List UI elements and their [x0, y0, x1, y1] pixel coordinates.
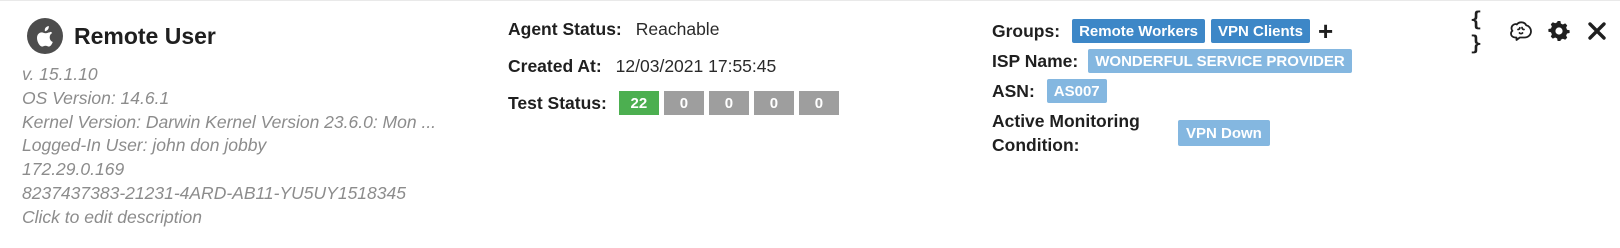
- isp-label: ISP Name:: [992, 50, 1079, 71]
- test-count-failed[interactable]: 0: [708, 91, 749, 115]
- agent-version: v. 15.1.10: [22, 64, 98, 84]
- agent-status-label: Agent Status:: [508, 18, 622, 39]
- groups-row: Groups: Remote Workers VPN Clients +: [992, 17, 1412, 45]
- header-toolbar: { }: [1470, 7, 1620, 55]
- test-count-error[interactable]: 0: [753, 91, 794, 115]
- agent-status-value: Reachable: [635, 18, 720, 39]
- isp-row: ISP Name: WONDERFUL SERVICE PROVIDER: [992, 47, 1412, 75]
- agent-title-row: Remote User: [27, 18, 492, 54]
- active-monitoring-row: Active Monitoring Condition: VPN Down: [992, 109, 1412, 157]
- group-tag-vpn-clients[interactable]: VPN Clients: [1211, 19, 1311, 43]
- gear-icon[interactable]: [1546, 18, 1572, 44]
- asn-row: ASN: AS007: [992, 77, 1412, 105]
- active-monitoring-label: Active Monitoring Condition:: [992, 109, 1178, 157]
- brain-icon[interactable]: [1508, 18, 1534, 44]
- agent-details: v. 15.1.10 OS Version: 14.6.1 Kernel Ver…: [22, 63, 492, 230]
- add-group-button[interactable]: +: [1318, 18, 1333, 44]
- created-at-value: 12/03/2021 17:55:45: [615, 55, 777, 76]
- asn-label: ASN:: [992, 80, 1035, 101]
- created-at-row: Created At: 12/03/2021 17:55:45: [508, 53, 844, 79]
- test-status-label: Test Status:: [508, 92, 607, 113]
- test-status-row: Test Status: 22 0 0 0 0: [508, 90, 844, 116]
- close-icon[interactable]: [1584, 18, 1610, 44]
- test-count-warning[interactable]: 0: [663, 91, 704, 115]
- device-name: Remote User: [74, 22, 216, 49]
- active-monitoring-label-line2: Condition:: [992, 135, 1080, 155]
- agent-uuid: 8237437383-21231-4ARD-AB11-YU5UY1518345: [22, 182, 406, 203]
- json-icon[interactable]: { }: [1470, 7, 1496, 55]
- test-count-disabled[interactable]: 0: [798, 91, 839, 115]
- edit-description-link[interactable]: Click to edit description: [22, 206, 472, 230]
- groups-label: Groups:: [992, 20, 1061, 41]
- test-status-badges: 22 0 0 0 0: [618, 91, 844, 115]
- ip-address: 172.29.0.169: [22, 159, 125, 180]
- status-panel: Agent Status: Reachable Created At: 12/0…: [508, 16, 844, 116]
- agent-summary: Remote User v. 15.1.10 OS Version: 14.6.…: [22, 18, 492, 230]
- kernel-version: Kernel Version: Darwin Kernel Version 23…: [22, 111, 437, 132]
- top-divider: [0, 0, 1620, 1]
- isp-tag: WONDERFUL SERVICE PROVIDER: [1088, 49, 1352, 73]
- active-monitoring-tag: VPN Down: [1178, 120, 1270, 146]
- info-panel: Groups: Remote Workers VPN Clients + ISP…: [992, 17, 1412, 157]
- os-version: OS Version: 14.6.1: [22, 87, 170, 108]
- test-count-passed[interactable]: 22: [618, 91, 659, 115]
- asn-tag: AS007: [1046, 79, 1107, 103]
- group-tag-remote-workers[interactable]: Remote Workers: [1072, 19, 1205, 43]
- apple-icon: [27, 18, 63, 54]
- logged-in-user: Logged-In User: john don jobby: [22, 135, 267, 156]
- agent-status-row: Agent Status: Reachable: [508, 16, 844, 42]
- active-monitoring-label-line1: Active Monitoring: [992, 111, 1140, 131]
- created-at-label: Created At:: [508, 55, 602, 76]
